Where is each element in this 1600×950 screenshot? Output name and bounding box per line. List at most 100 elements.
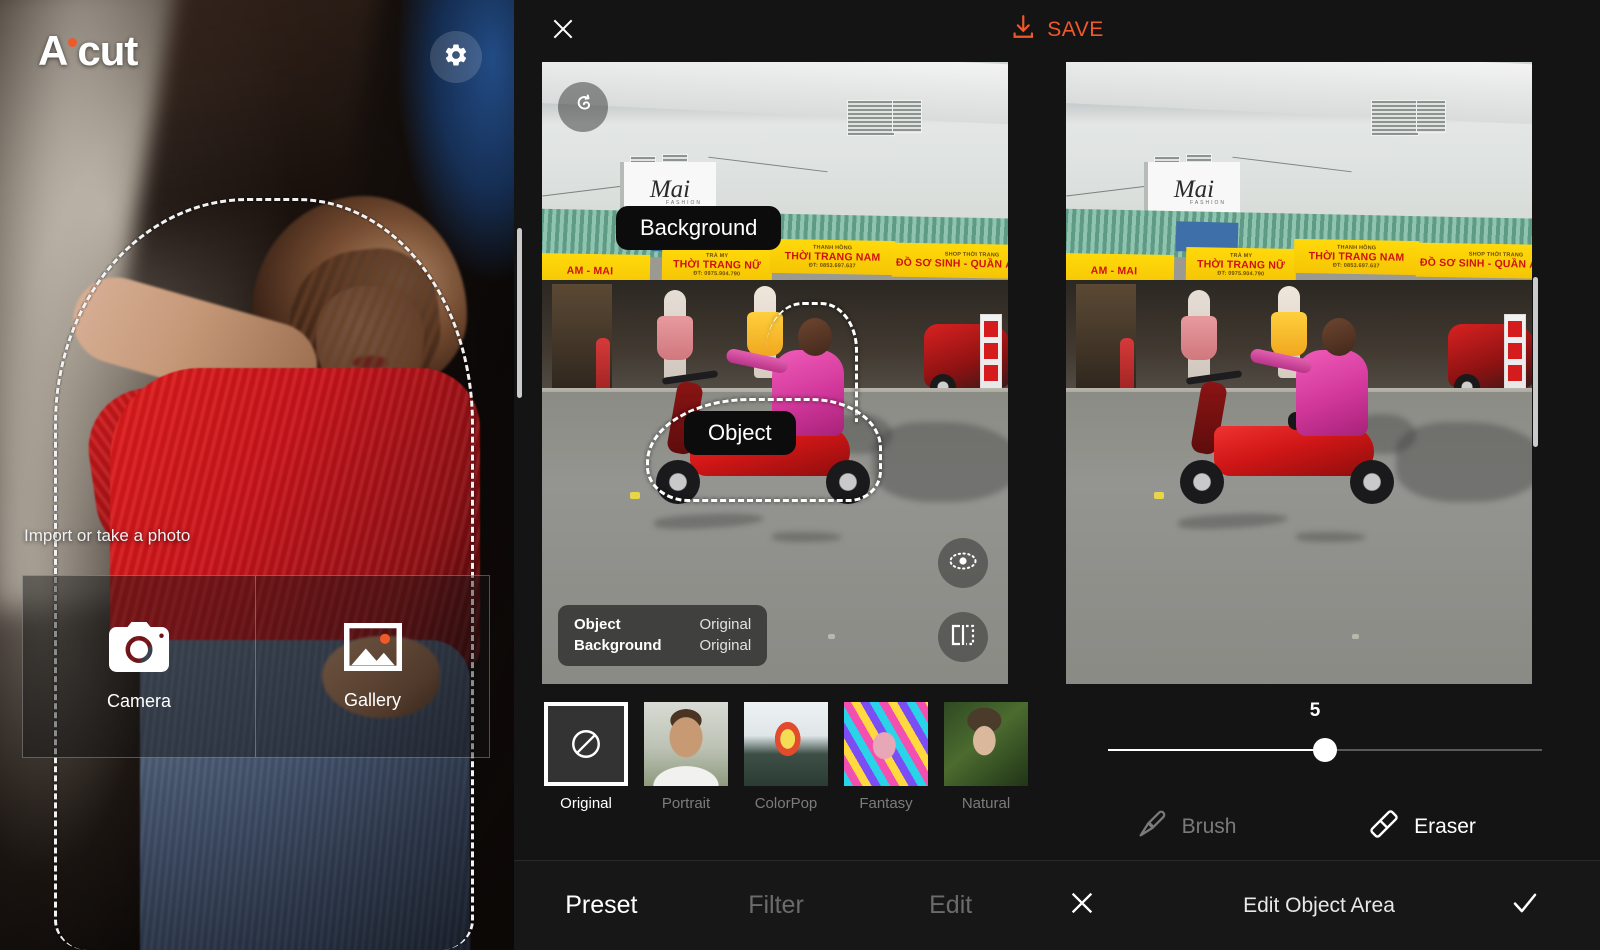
eraser-label: Eraser	[1414, 815, 1476, 839]
eraser-icon	[1368, 808, 1400, 846]
editor-panel: SAVE Mai	[514, 0, 1600, 950]
banner-phone-text: ĐT: 0853.697.637	[1333, 263, 1380, 270]
preset-label-portrait: Portrait	[644, 795, 728, 812]
scooter-rider-head	[1322, 318, 1356, 356]
scene-shop-sign: Mai FASHION	[1144, 162, 1240, 216]
scene-wet-patch	[872, 422, 1008, 502]
scene-scooter-object	[1176, 410, 1394, 492]
scooter-front-wheel	[1180, 460, 1224, 504]
no-effect-icon	[548, 706, 624, 782]
scene-mannequin	[1188, 290, 1210, 382]
close-icon	[1068, 889, 1096, 922]
import-prompt: Import or take a photo	[24, 526, 190, 546]
gallery-label: Gallery	[344, 690, 401, 711]
preset-strip[interactable]: Original Portrait ColorPop Fantasy	[514, 688, 1038, 860]
brush-size-slider[interactable]	[1108, 738, 1542, 762]
eraser-tool-button[interactable]: Eraser	[1304, 808, 1540, 846]
app-logo: Acut	[38, 30, 137, 72]
preset-item-natural[interactable]: Natural	[944, 702, 1028, 812]
save-button[interactable]: SAVE	[1010, 14, 1103, 46]
scene-vent	[892, 100, 922, 133]
preset-label-fantasy: Fantasy	[844, 795, 928, 812]
save-label: SAVE	[1047, 18, 1103, 42]
slider-fill	[1108, 749, 1325, 751]
undo-button[interactable]	[558, 82, 608, 132]
preset-list: Original Portrait ColorPop Fantasy	[544, 702, 1038, 812]
background-label-pill[interactable]: Background	[616, 206, 781, 250]
preset-thumb-natural	[944, 702, 1028, 786]
banner-main-text: THỜI TRANG NỮ	[1197, 258, 1285, 272]
tab-preset[interactable]: Preset	[514, 891, 689, 920]
banner-main-text: THỜI TRANG NAM	[785, 250, 881, 264]
home-panel: Acut Import or take a photo Camera	[0, 0, 514, 950]
toggle-mask-button[interactable]	[938, 538, 988, 588]
scene-road-debris	[828, 634, 835, 639]
panel-drag-handle-left[interactable]	[517, 228, 522, 398]
scene-banner: SHOP THỜI TRANG ĐỒ SƠ SINH - QUẦN ÁO BẦU	[1416, 243, 1532, 280]
scene-wet-patch	[1396, 422, 1532, 502]
preset-item-colorpop[interactable]: ColorPop	[744, 702, 828, 812]
scene-vent	[1371, 100, 1419, 136]
preview-pane-result[interactable]: Mai FASHION AM - MAI TRÀ MY THỜI TRANG N…	[1066, 62, 1532, 684]
home-background-photo	[0, 0, 514, 950]
scene-red-sign	[1504, 314, 1526, 390]
scene-vent	[847, 100, 895, 136]
banner-main-text: ĐỒ SƠ SINH - QUẦN ÁO BẦU	[896, 257, 1008, 272]
logo-dot-icon	[68, 38, 77, 47]
download-icon	[1010, 14, 1036, 46]
preset-item-portrait[interactable]: Portrait	[644, 702, 728, 812]
scene-child	[596, 338, 610, 390]
camera-icon	[108, 622, 170, 677]
scene-banner: THANH HỒNG THỜI TRANG NAM ĐT: 0853.697.6…	[770, 239, 896, 275]
scene-road-debris	[1352, 634, 1359, 639]
gallery-button[interactable]: Gallery	[256, 575, 490, 758]
preview-pane-editable[interactable]: Mai FASHION AM - MAI TRÀ MY THỜI TRANG N…	[542, 62, 1008, 684]
status-background-value: Original	[700, 635, 752, 656]
status-object-key: Object	[574, 614, 700, 635]
status-background-key: Background	[574, 635, 700, 656]
preview-drag-handle-middle[interactable]	[1533, 277, 1538, 447]
scene-road-marker	[1154, 492, 1164, 499]
import-tiles: Camera Gallery	[22, 575, 490, 758]
compare-view-button[interactable]	[938, 612, 988, 662]
bottom-bar: Preset Filter Edit Edit Object Area	[514, 860, 1600, 950]
confirm-edit-button[interactable]	[1510, 888, 1540, 923]
slider-thumb[interactable]	[1313, 738, 1337, 762]
scene-mannequin	[664, 290, 686, 382]
preset-label-original: Original	[544, 795, 628, 812]
scene-wet-patch	[772, 532, 842, 542]
cancel-edit-button[interactable]	[1068, 889, 1096, 922]
scene-banner: TRÀ MY THỜI TRANG NỮ ĐT: 0975.904.790	[1186, 247, 1297, 283]
preset-thumb-portrait	[644, 702, 728, 786]
preset-thumb-fantasy	[844, 702, 928, 786]
scene-vent	[1416, 100, 1446, 133]
street-scene-result: Mai FASHION AM - MAI TRÀ MY THỜI TRANG N…	[1066, 62, 1532, 684]
camera-button[interactable]: Camera	[22, 575, 256, 758]
scene-red-sign	[980, 314, 1002, 390]
edit-action-row: Edit Object Area	[1038, 861, 1600, 950]
brush-panel: 5 Brush	[1038, 688, 1600, 860]
camera-label: Camera	[107, 691, 171, 712]
tab-filter[interactable]: Filter	[689, 891, 864, 920]
undo-icon	[570, 92, 596, 123]
brush-icon	[1136, 808, 1168, 846]
preset-item-fantasy[interactable]: Fantasy	[844, 702, 928, 812]
scene-banner: SHOP THỜI TRANG ĐỒ SƠ SINH - QUẦN ÁO BẦU	[892, 243, 1008, 280]
banner-main-text: THỜI TRANG NAM	[1309, 250, 1405, 264]
scene-wet-patch	[1296, 532, 1366, 542]
shop-sign-subtext: FASHION	[1190, 200, 1226, 206]
banner-main-text: AM - MAI	[567, 265, 614, 278]
editor-topbar: SAVE	[514, 0, 1600, 62]
preset-label-natural: Natural	[944, 795, 1028, 812]
brush-tool-button[interactable]: Brush	[1068, 808, 1304, 846]
layer-status-box: Object Original Background Original	[558, 605, 767, 666]
preset-item-original[interactable]: Original	[544, 702, 628, 812]
preview-area: Mai FASHION AM - MAI TRÀ MY THỜI TRANG N…	[514, 62, 1600, 688]
controls-area: Original Portrait ColorPop Fantasy	[514, 688, 1600, 860]
preset-label-colorpop: ColorPop	[744, 795, 828, 812]
tab-edit[interactable]: Edit	[863, 891, 1038, 920]
close-editor-button[interactable]	[546, 14, 580, 48]
settings-button[interactable]	[430, 31, 482, 83]
shop-sign-text: Mai	[1174, 177, 1214, 202]
object-label-pill[interactable]: Object	[684, 411, 796, 455]
